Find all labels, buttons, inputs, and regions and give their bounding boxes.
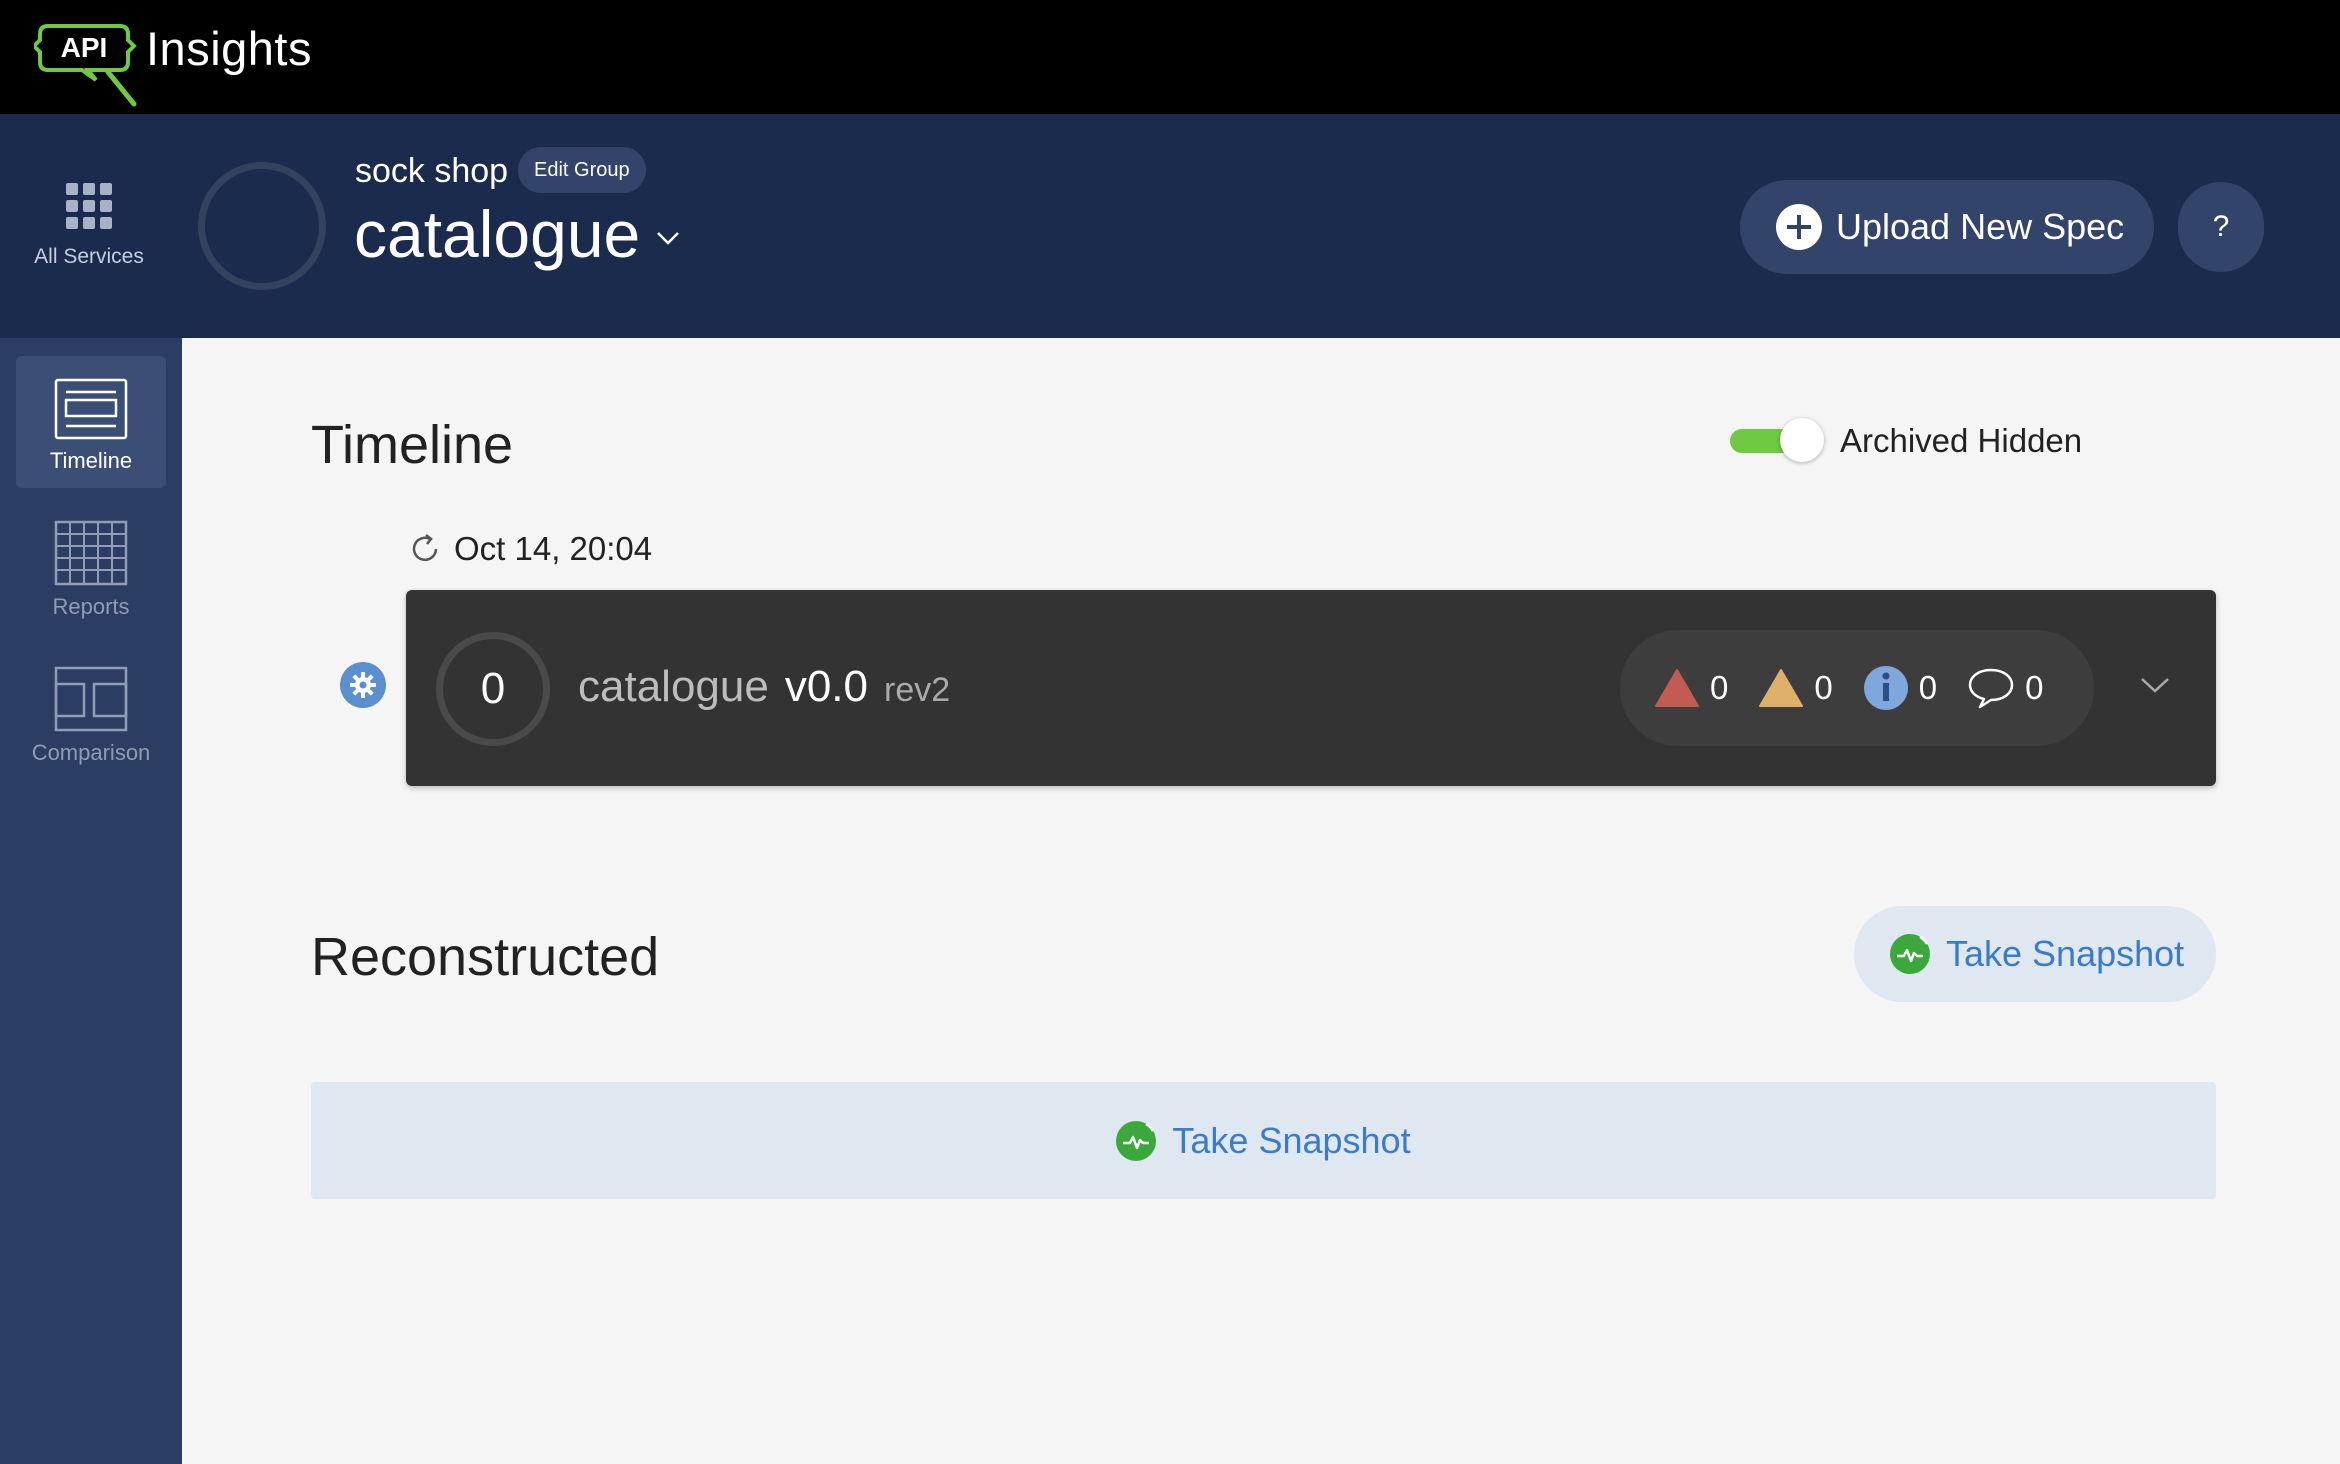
error-triangle-icon (1655, 669, 1699, 707)
all-services-button[interactable]: All Services (0, 114, 178, 338)
comment-count: 0 (1967, 667, 2043, 709)
refresh-icon (412, 534, 438, 562)
edit-group-button[interactable]: Edit Group (518, 147, 646, 193)
chevron-down-icon (657, 232, 680, 245)
take-snapshot-label: Take Snapshot (1946, 933, 2185, 974)
top-bar: API Insights (0, 0, 2340, 114)
take-snapshot-bar-label: Take Snapshot (1172, 1119, 1411, 1161)
snapshot-icon (1116, 1120, 1157, 1161)
comment-icon (1968, 668, 2014, 709)
spec-revision: rev2 (884, 671, 951, 709)
plus-icon (1776, 204, 1822, 250)
sidebar: Timeline Reports Comparison (0, 338, 182, 1464)
grid-icon (66, 183, 112, 229)
take-snapshot-bar[interactable]: Take Snapshot (311, 1082, 2216, 1199)
timeline-icon (54, 378, 128, 440)
app-title: Insights (146, 21, 312, 75)
service-selector[interactable]: catalogue (354, 196, 680, 272)
take-snapshot-button[interactable]: Take Snapshot (1854, 906, 2216, 1002)
info-count: 0 (1863, 665, 1937, 711)
spec-name: catalogue (578, 662, 769, 711)
sidebar-item-comparison[interactable]: Comparison (16, 648, 166, 780)
all-services-label: All Services (34, 245, 144, 268)
spec-title: catalogue v0.0 rev2 (578, 662, 950, 712)
sidebar-item-label: Comparison (31, 740, 151, 765)
service-header: All Services sock shop Edit Group catalo… (0, 114, 2340, 338)
archived-toggle-label: Archived Hidden (1840, 422, 2083, 459)
issue-counts: 0 0 0 0 (1620, 630, 2094, 746)
sidebar-item-label: Reports (52, 594, 130, 619)
sidebar-item-label: Timeline (49, 448, 133, 473)
group-name: sock shop (355, 152, 509, 190)
timestamp-text: Oct 14, 20:04 (454, 530, 653, 567)
error-count: 0 (1654, 668, 1728, 708)
logo-badge-text: API (61, 32, 108, 63)
chevron-down-icon[interactable] (2140, 676, 2170, 694)
settings-gear-icon[interactable] (340, 662, 386, 708)
spec-version: v0.0 (784, 662, 868, 711)
sidebar-item-reports[interactable]: Reports (16, 502, 166, 634)
timeline-timestamp: Oct 14, 20:04 (408, 530, 652, 568)
reconstructed-title: Reconstructed (311, 927, 660, 987)
spec-card[interactable]: 0 catalogue v0.0 rev2 0 0 0 0 (406, 590, 2216, 786)
reports-icon (54, 520, 128, 586)
timeline-title: Timeline (311, 415, 514, 475)
comparison-icon (54, 666, 128, 732)
service-name: catalogue (354, 197, 641, 271)
info-icon (1863, 666, 1908, 710)
warning-triangle-icon (1759, 669, 1804, 707)
warning-count: 0 (1758, 668, 1833, 708)
upload-label: Upload New Spec (1836, 206, 2125, 247)
archived-toggle[interactable] (1730, 418, 1826, 462)
sidebar-item-timeline[interactable]: Timeline (16, 356, 166, 488)
snapshot-icon (1890, 934, 1930, 974)
service-score-ring (198, 162, 326, 290)
api-logo-icon: API (31, 20, 137, 107)
app-logo[interactable]: API Insights (31, 20, 312, 107)
spec-score: 0 (436, 632, 550, 746)
help-button[interactable]: ? (2178, 182, 2264, 272)
upload-new-spec-button[interactable]: Upload New Spec (1740, 180, 2154, 274)
